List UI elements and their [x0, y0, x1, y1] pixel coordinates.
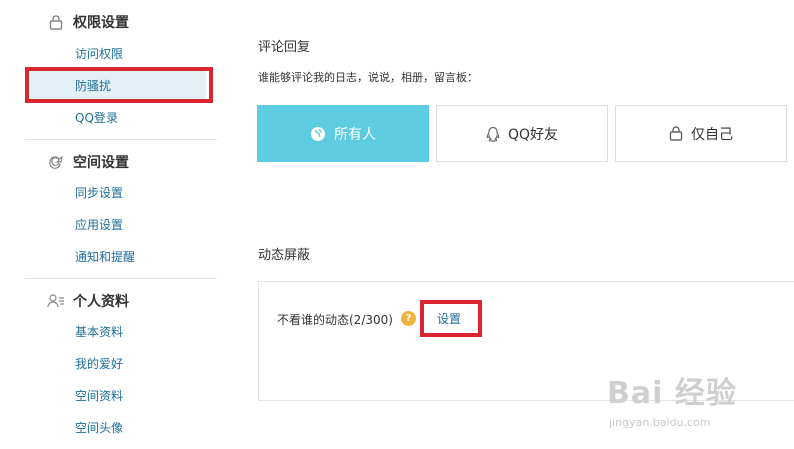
- globe-icon: [310, 126, 326, 142]
- sidebar-item-access[interactable]: 访问权限: [75, 44, 123, 64]
- sidebar-item-notify[interactable]: 通知和提醒: [75, 247, 135, 267]
- option-label: 仅自己: [691, 126, 733, 143]
- option-qq-friends[interactable]: QQ好友: [436, 105, 608, 162]
- option-only-me[interactable]: 仅自己: [615, 105, 787, 162]
- sidebar-item-hobbies[interactable]: 我的爱好: [75, 354, 123, 374]
- watermark-url: jingyan.baidu.com: [609, 416, 711, 429]
- comment-section-title: 评论回复: [258, 40, 311, 55]
- comment-question: 谁能够评论我的日志，说说，相册，留言板：: [258, 71, 478, 84]
- section-title-profile: 个人资料: [47, 289, 129, 313]
- watermark: Bai 经验 jingyan.baidu.com: [607, 368, 794, 438]
- option-label: 所有人: [334, 126, 376, 143]
- option-label: QQ好友: [507, 126, 559, 143]
- space-icon: [47, 154, 65, 170]
- section-title-text: 权限设置: [73, 15, 129, 31]
- help-icon[interactable]: ?: [401, 311, 416, 326]
- divider: [25, 278, 217, 279]
- section-title-space: 空间设置: [47, 150, 129, 174]
- sidebar-item-space-info[interactable]: 空间资料: [75, 386, 123, 406]
- section-title-permission: 权限设置: [47, 10, 129, 34]
- highlight-box-settings: [420, 300, 482, 337]
- profile-icon: [47, 293, 65, 309]
- divider: [25, 139, 217, 140]
- watermark-logo: Bai 经验: [607, 376, 737, 411]
- section-title-text: 空间设置: [73, 155, 129, 171]
- lock-icon: [669, 126, 683, 141]
- highlight-box-sidebar: [25, 67, 213, 103]
- sidebar-item-sync[interactable]: 同步设置: [75, 183, 123, 203]
- sidebar: 权限设置 访问权限 防骚扰 QQ登录 空间设置 同步设置 应用设置 通知和提醒 …: [0, 0, 217, 449]
- sidebar-item-apps[interactable]: 应用设置: [75, 215, 123, 235]
- sidebar-item-qq-login[interactable]: QQ登录: [75, 108, 118, 128]
- lock-icon: [47, 14, 65, 30]
- sidebar-item-basic-info[interactable]: 基本资料: [75, 322, 123, 342]
- mask-section-title: 动态屏蔽: [258, 248, 311, 263]
- qq-icon: [486, 126, 500, 142]
- option-everyone[interactable]: 所有人: [257, 105, 429, 162]
- sidebar-item-avatar[interactable]: 空间头像: [75, 418, 123, 438]
- mask-label: 不看谁的动态(2/300): [277, 313, 393, 327]
- section-title-text: 个人资料: [73, 294, 129, 310]
